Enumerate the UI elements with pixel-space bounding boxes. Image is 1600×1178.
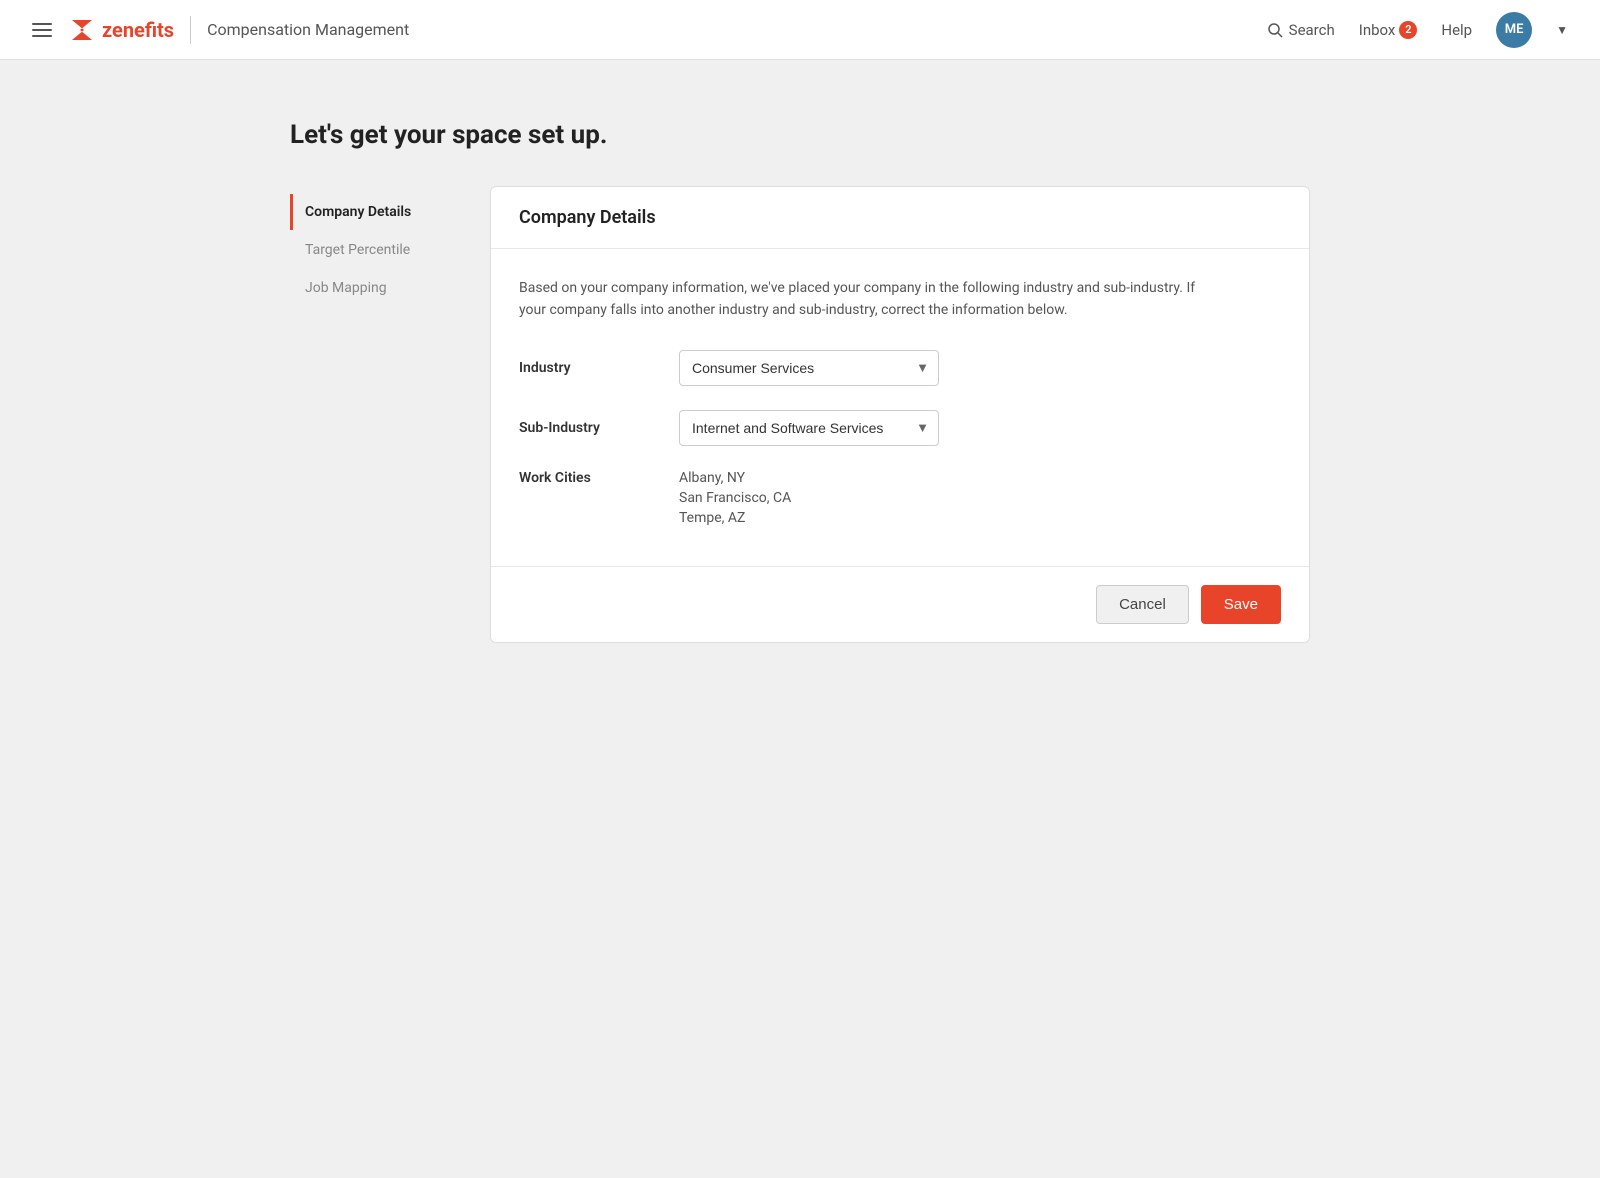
subindustry-select-wrapper: Internet and Software Services ▼ (679, 410, 939, 446)
industry-select-wrapper: Consumer Services ▼ (679, 350, 939, 386)
card-footer: Cancel Save (491, 567, 1309, 642)
card-body: Based on your company information, we've… (491, 249, 1309, 567)
search-button[interactable]: Search (1267, 21, 1335, 39)
search-icon (1267, 22, 1283, 38)
body-row: Company Details Target Percentile Job Ma… (290, 186, 1310, 643)
logo-text-label: zenefits (102, 18, 174, 42)
cities-list: Albany, NY San Francisco, CA Tempe, AZ (679, 470, 791, 526)
logo-container: zenefits Compensation Management (68, 16, 409, 44)
work-cities-label: Work Cities (519, 470, 679, 486)
sidebar-item-job-mapping-label: Job Mapping (305, 280, 387, 296)
city-item: San Francisco, CA (679, 490, 791, 506)
app-name-label: Compensation Management (207, 20, 409, 39)
header-right: Search Inbox 2 Help ME ▼ (1267, 12, 1568, 48)
header: zenefits Compensation Management Search … (0, 0, 1600, 60)
card-title: Company Details (519, 207, 656, 228)
save-button[interactable]: Save (1201, 585, 1281, 624)
zenefits-logo[interactable]: zenefits (68, 16, 174, 44)
hamburger-menu-icon[interactable] (32, 23, 52, 37)
content-wrapper: Let's get your space set up. Company Det… (250, 60, 1350, 703)
inbox-badge: 2 (1399, 21, 1417, 39)
subindustry-label: Sub-Industry (519, 420, 679, 436)
zenefits-logo-icon (68, 16, 96, 44)
work-cities-row: Work Cities Albany, NY San Francisco, CA… (519, 470, 1281, 526)
sidebar-item-job-mapping[interactable]: Job Mapping (290, 270, 490, 306)
industry-select[interactable]: Consumer Services (679, 350, 939, 386)
inbox-button[interactable]: Inbox 2 (1359, 21, 1418, 39)
industry-row: Industry Consumer Services ▼ (519, 350, 1281, 386)
company-details-card: Company Details Based on your company in… (490, 186, 1310, 643)
search-label: Search (1289, 21, 1335, 39)
inbox-label: Inbox (1359, 21, 1396, 39)
avatar[interactable]: ME (1496, 12, 1532, 48)
sidebar-item-company-details-label: Company Details (305, 204, 411, 220)
help-button[interactable]: Help (1441, 21, 1472, 39)
sidebar-item-company-details[interactable]: Company Details (290, 194, 490, 230)
subindustry-select[interactable]: Internet and Software Services (679, 410, 939, 446)
card-description: Based on your company information, we've… (519, 277, 1199, 322)
card-header: Company Details (491, 187, 1309, 249)
avatar-chevron-icon[interactable]: ▼ (1556, 23, 1568, 37)
subindustry-row: Sub-Industry Internet and Software Servi… (519, 410, 1281, 446)
cancel-button[interactable]: Cancel (1096, 585, 1189, 624)
header-left: zenefits Compensation Management (32, 16, 1267, 44)
city-item: Tempe, AZ (679, 510, 791, 526)
industry-label: Industry (519, 360, 679, 376)
sidebar-item-target-percentile-label: Target Percentile (305, 242, 410, 258)
header-divider (190, 16, 191, 44)
city-item: Albany, NY (679, 470, 791, 486)
sidebar-item-target-percentile[interactable]: Target Percentile (290, 232, 490, 268)
sidebar: Company Details Target Percentile Job Ma… (290, 186, 490, 308)
page-title: Let's get your space set up. (290, 120, 1310, 150)
